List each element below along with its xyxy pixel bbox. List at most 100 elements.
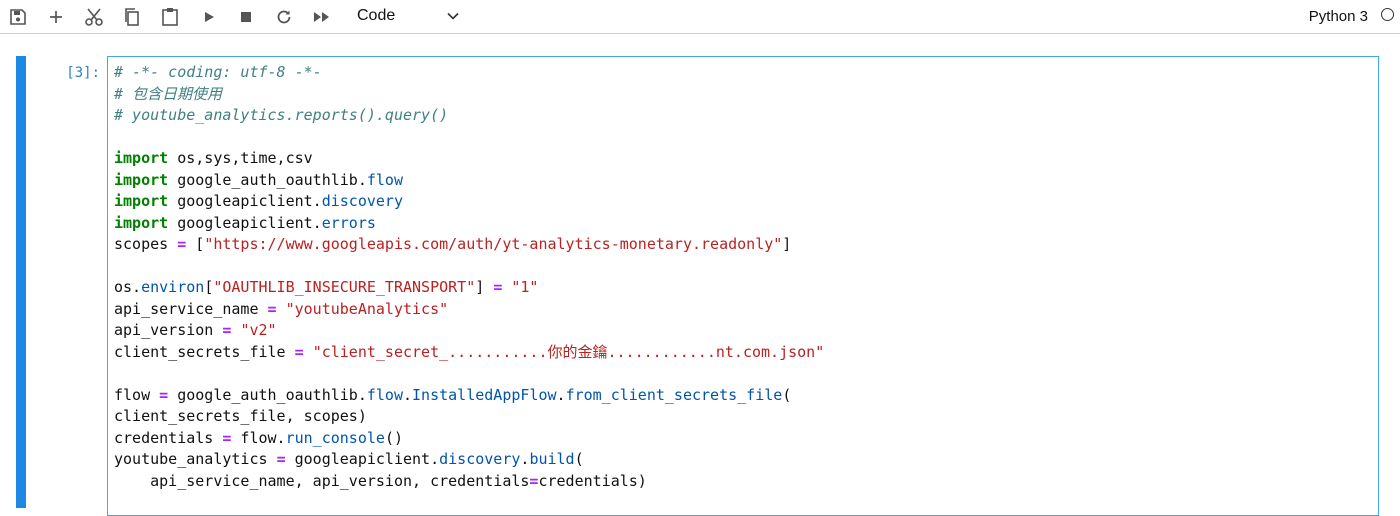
code-token: =: [159, 385, 169, 404]
cell-collapser[interactable]: [16, 56, 26, 508]
code-line: client_secrets_file, scopes): [114, 406, 824, 428]
code-token: run_console: [285, 428, 385, 447]
code-token: google_auth_oauthlib.: [168, 385, 367, 404]
fast-forward-icon: [314, 12, 329, 22]
code-line: api_service_name = "youtubeAnalytics": [114, 299, 824, 321]
code-line: # -*- coding: utf-8 -*-: [114, 62, 824, 84]
cut-icon: [85, 8, 103, 26]
code-line: import os,sys,time,csv: [114, 148, 824, 170]
code-token: googleapiclient.: [168, 213, 322, 232]
run-button[interactable]: [196, 4, 222, 30]
code-line: api_version = "v2": [114, 320, 824, 342]
code-token: =: [267, 299, 277, 318]
code-token: # youtube_analytics.reports().query(): [114, 106, 449, 124]
code-line: os.environ["OAUTHLIB_INSECURE_TRANSPORT"…: [114, 277, 824, 299]
code-cell[interactable]: [3]: # -*- coding: utf-8 -*- # 包含日期使用 # yo…: [0, 56, 1400, 516]
code-token: "OAUTHLIB_INSECURE_TRANSPORT": [213, 278, 476, 296]
code-token: flow.: [231, 428, 286, 447]
code-token: client_secrets_file: [114, 342, 295, 361]
code-token: from_client_secrets_file: [565, 385, 783, 404]
code-line: client_secrets_file = "client_secret_...…: [114, 342, 824, 364]
code-token: # -*- coding: utf-8 -*-: [114, 63, 322, 81]
restart-button[interactable]: [271, 4, 297, 30]
cell-type-label: Code: [357, 7, 396, 24]
code-token: scopes: [114, 235, 178, 253]
code-token: environ: [141, 278, 205, 296]
add-cell-icon: [50, 11, 62, 23]
code-token: "https://www.googleapis.com/auth/yt-anal…: [204, 235, 783, 253]
code-line: youtube_analytics = googleapiclient.disc…: [114, 449, 824, 471]
code-line: scopes = ["https://www.googleapis.com/au…: [114, 234, 824, 256]
code-token: api_version: [114, 321, 223, 339]
code-token: [: [204, 278, 214, 296]
code-editor[interactable]: # -*- coding: utf-8 -*- # 包含日期使用 # youtube…: [107, 56, 1379, 516]
kernel-name[interactable]: Python 3: [1309, 7, 1368, 27]
code-token: (: [782, 385, 792, 404]
notebook-toolbar: Code Python 3: [0, 0, 1400, 34]
code-token: # 包含日期使用: [114, 84, 223, 103]
code-token: (: [574, 450, 584, 468]
stop-button[interactable]: [233, 4, 259, 30]
code-token: youtube_analytics: [114, 450, 277, 468]
paste-icon: [162, 8, 178, 26]
code-token: [: [186, 235, 205, 253]
run-icon: [205, 12, 214, 22]
code-line: import googleapiclient.errors: [114, 213, 824, 235]
cut-button[interactable]: [81, 4, 107, 30]
code-token: import: [114, 213, 169, 232]
code-token: flow: [366, 170, 403, 189]
code-line: import google_auth_oauthlib.flow: [114, 170, 824, 192]
add-cell-button[interactable]: [43, 4, 69, 30]
code-token: .: [556, 385, 566, 404]
save-button[interactable]: [5, 4, 31, 30]
cell-type-select[interactable]: Code: [357, 5, 462, 27]
code-token: import: [114, 192, 169, 210]
copy-icon: [125, 8, 139, 26]
code-token: .: [403, 385, 413, 404]
copy-button[interactable]: [119, 4, 145, 30]
code-token: "youtubeAnalytics": [285, 299, 449, 318]
code-token: discovery: [321, 192, 403, 210]
code-token: ]: [782, 235, 792, 253]
code-token: =: [177, 235, 187, 253]
paste-button[interactable]: [157, 4, 183, 30]
code-line: import googleapiclient.discovery: [114, 191, 824, 213]
code-token: os.: [114, 278, 142, 296]
code-token: os,sys,time,csv: [168, 149, 313, 167]
stop-icon: [241, 12, 251, 22]
chevron-down-icon: [447, 12, 459, 20]
code-token: "1": [511, 278, 539, 296]
code-token: =: [493, 278, 503, 296]
code-line: # youtube_analytics.reports().query(): [114, 105, 824, 127]
save-icon: [10, 9, 26, 25]
code-line: credentials = flow.run_console(): [114, 428, 824, 450]
code-token: "v2": [240, 321, 277, 339]
code-token: discovery: [439, 450, 521, 468]
code-token: credentials): [538, 471, 647, 490]
execution-count: [3]:: [66, 65, 100, 81]
code-token: googleapiclient.: [285, 450, 440, 468]
restart-icon: [277, 10, 291, 24]
code-token: import: [114, 170, 169, 189]
code-token: client_secrets_file, scopes): [114, 407, 367, 425]
code-line: flow = google_auth_oauthlib.flow.Install…: [114, 385, 824, 407]
code-line: api_service_name, api_version, credentia…: [114, 471, 824, 493]
code-text[interactable]: # -*- coding: utf-8 -*- # 包含日期使用 # youtube…: [114, 62, 824, 492]
code-token: api_service_name, api_version, credentia…: [114, 471, 530, 490]
code-token: ]: [475, 278, 494, 296]
code-token: googleapiclient.: [168, 192, 322, 210]
fast-forward-button[interactable]: [309, 4, 335, 30]
code-line: # 包含日期使用: [114, 84, 824, 106]
code-token: flow: [114, 385, 160, 404]
code-token: api_service_name: [114, 299, 268, 318]
code-token: import: [114, 149, 169, 167]
code-token: =: [276, 450, 286, 468]
code-token: "client_secret_...........你的金鑰..........…: [312, 342, 825, 361]
code-token: InstalledAppFlow: [412, 385, 557, 404]
code-token: flow: [366, 385, 403, 404]
